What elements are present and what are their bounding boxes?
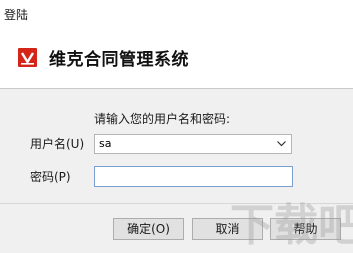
app-logo-icon xyxy=(18,48,37,67)
username-combobox[interactable]: sa xyxy=(94,134,292,154)
cancel-button[interactable]: 取消 xyxy=(192,218,263,240)
username-label: 用户名(U) xyxy=(30,137,85,151)
login-dialog: 登陆 维克合同管理系统 请输入您的用户名和密码: 用户名(U) sa 密码(P)… xyxy=(0,0,353,253)
divider xyxy=(0,203,353,204)
login-prompt: 请输入您的用户名和密码: xyxy=(94,112,231,126)
ok-button[interactable]: 确定(O) xyxy=(113,218,184,240)
window-title: 登陆 xyxy=(4,8,29,22)
password-label: 密码(P) xyxy=(30,170,71,184)
password-field[interactable] xyxy=(94,166,293,187)
chevron-down-icon[interactable] xyxy=(277,141,286,147)
header-banner: 维克合同管理系统 xyxy=(0,28,353,89)
help-button[interactable]: 帮助 xyxy=(270,218,341,240)
username-value: sa xyxy=(99,137,112,150)
app-name: 维克合同管理系统 xyxy=(49,50,189,70)
title-bar: 登陆 xyxy=(0,0,353,28)
